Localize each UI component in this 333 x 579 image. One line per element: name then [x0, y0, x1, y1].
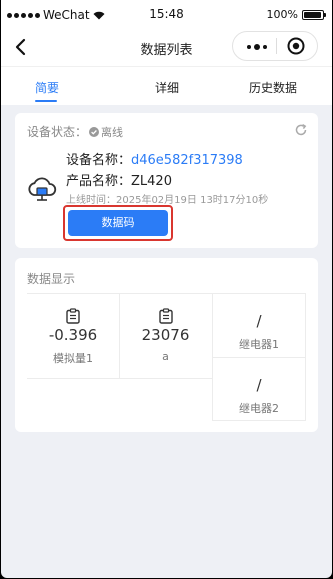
online-time-row: 上线时间：2025年02月19日 13时17分10秒	[66, 191, 268, 206]
data-grid: -0.396 模拟量1 23076 a / 继电器1 / 继电器2	[27, 293, 306, 421]
device-status-value: 离线	[101, 125, 124, 139]
nav-bar: 数据列表	[1, 28, 332, 66]
tab-bar: 简要 详细 历史数据	[1, 66, 332, 105]
data-value: /	[256, 312, 262, 330]
device-name-label: 设备名称：	[66, 153, 132, 168]
data-code-button[interactable]: 数据码	[68, 210, 168, 236]
refresh-icon[interactable]	[294, 123, 308, 137]
device-card: 设备状态： 离线 设备名称：d46e582f317398 产品名称：ZL420	[15, 113, 318, 248]
device-name-value[interactable]: d46e582f317398	[131, 153, 243, 168]
data-display-card: 数据显示 -0.396 模拟量1 23076 a / 继电器1 / 继电器2	[15, 258, 318, 432]
data-cell-relay1[interactable]: / 继电器1	[212, 293, 306, 357]
check-circle-icon	[89, 126, 100, 137]
device-status-label: 设备状态：	[27, 125, 88, 139]
data-label: 继电器2	[239, 402, 279, 415]
device-status-badge: 离线	[89, 124, 123, 140]
data-display-title: 数据显示	[27, 272, 76, 286]
clipboard-icon	[158, 308, 173, 324]
battery-icon	[302, 9, 326, 20]
app-frame: WeChat 15:48 100% 数据列表 简要 详细 历史数据 设备状态： …	[1, 0, 332, 578]
device-name-row: 设备名称：d46e582f317398	[66, 149, 243, 168]
more-dots-icon[interactable]	[247, 44, 267, 50]
device-status-row: 设备状态： 离线	[27, 123, 123, 140]
mini-program-capsule	[232, 31, 318, 61]
cloud-device-icon	[28, 177, 57, 201]
data-value: /	[256, 376, 262, 394]
data-value: 23076	[141, 326, 190, 344]
data-value: -0.396	[48, 326, 98, 344]
data-label: 继电器1	[239, 338, 279, 351]
product-name-row: 产品名称：ZL420	[66, 170, 172, 189]
data-label: 模拟量1	[53, 352, 93, 365]
status-bar: WeChat 15:48 100%	[1, 0, 332, 28]
tab-detail[interactable]: 详细	[155, 79, 179, 96]
data-cell-a[interactable]: 23076 a	[119, 293, 213, 379]
battery-label: 100%	[266, 8, 298, 21]
tab-history[interactable]: 历史数据	[249, 79, 297, 96]
tab-brief[interactable]: 简要	[35, 79, 59, 96]
capsule-divider	[276, 38, 277, 54]
target-circle-icon[interactable]	[287, 37, 305, 55]
product-name-label: 产品名称：	[66, 174, 132, 189]
data-label: a	[162, 350, 169, 363]
data-cell-analog1[interactable]: -0.396 模拟量1	[27, 293, 120, 379]
clipboard-icon	[66, 308, 80, 324]
tab-active-indicator	[35, 100, 57, 102]
data-cell-relay2[interactable]: / 继电器2	[212, 357, 306, 421]
status-right: 100%	[266, 8, 326, 21]
product-name-value: ZL420	[131, 174, 172, 189]
data-code-button-highlight: 数据码	[63, 205, 173, 241]
